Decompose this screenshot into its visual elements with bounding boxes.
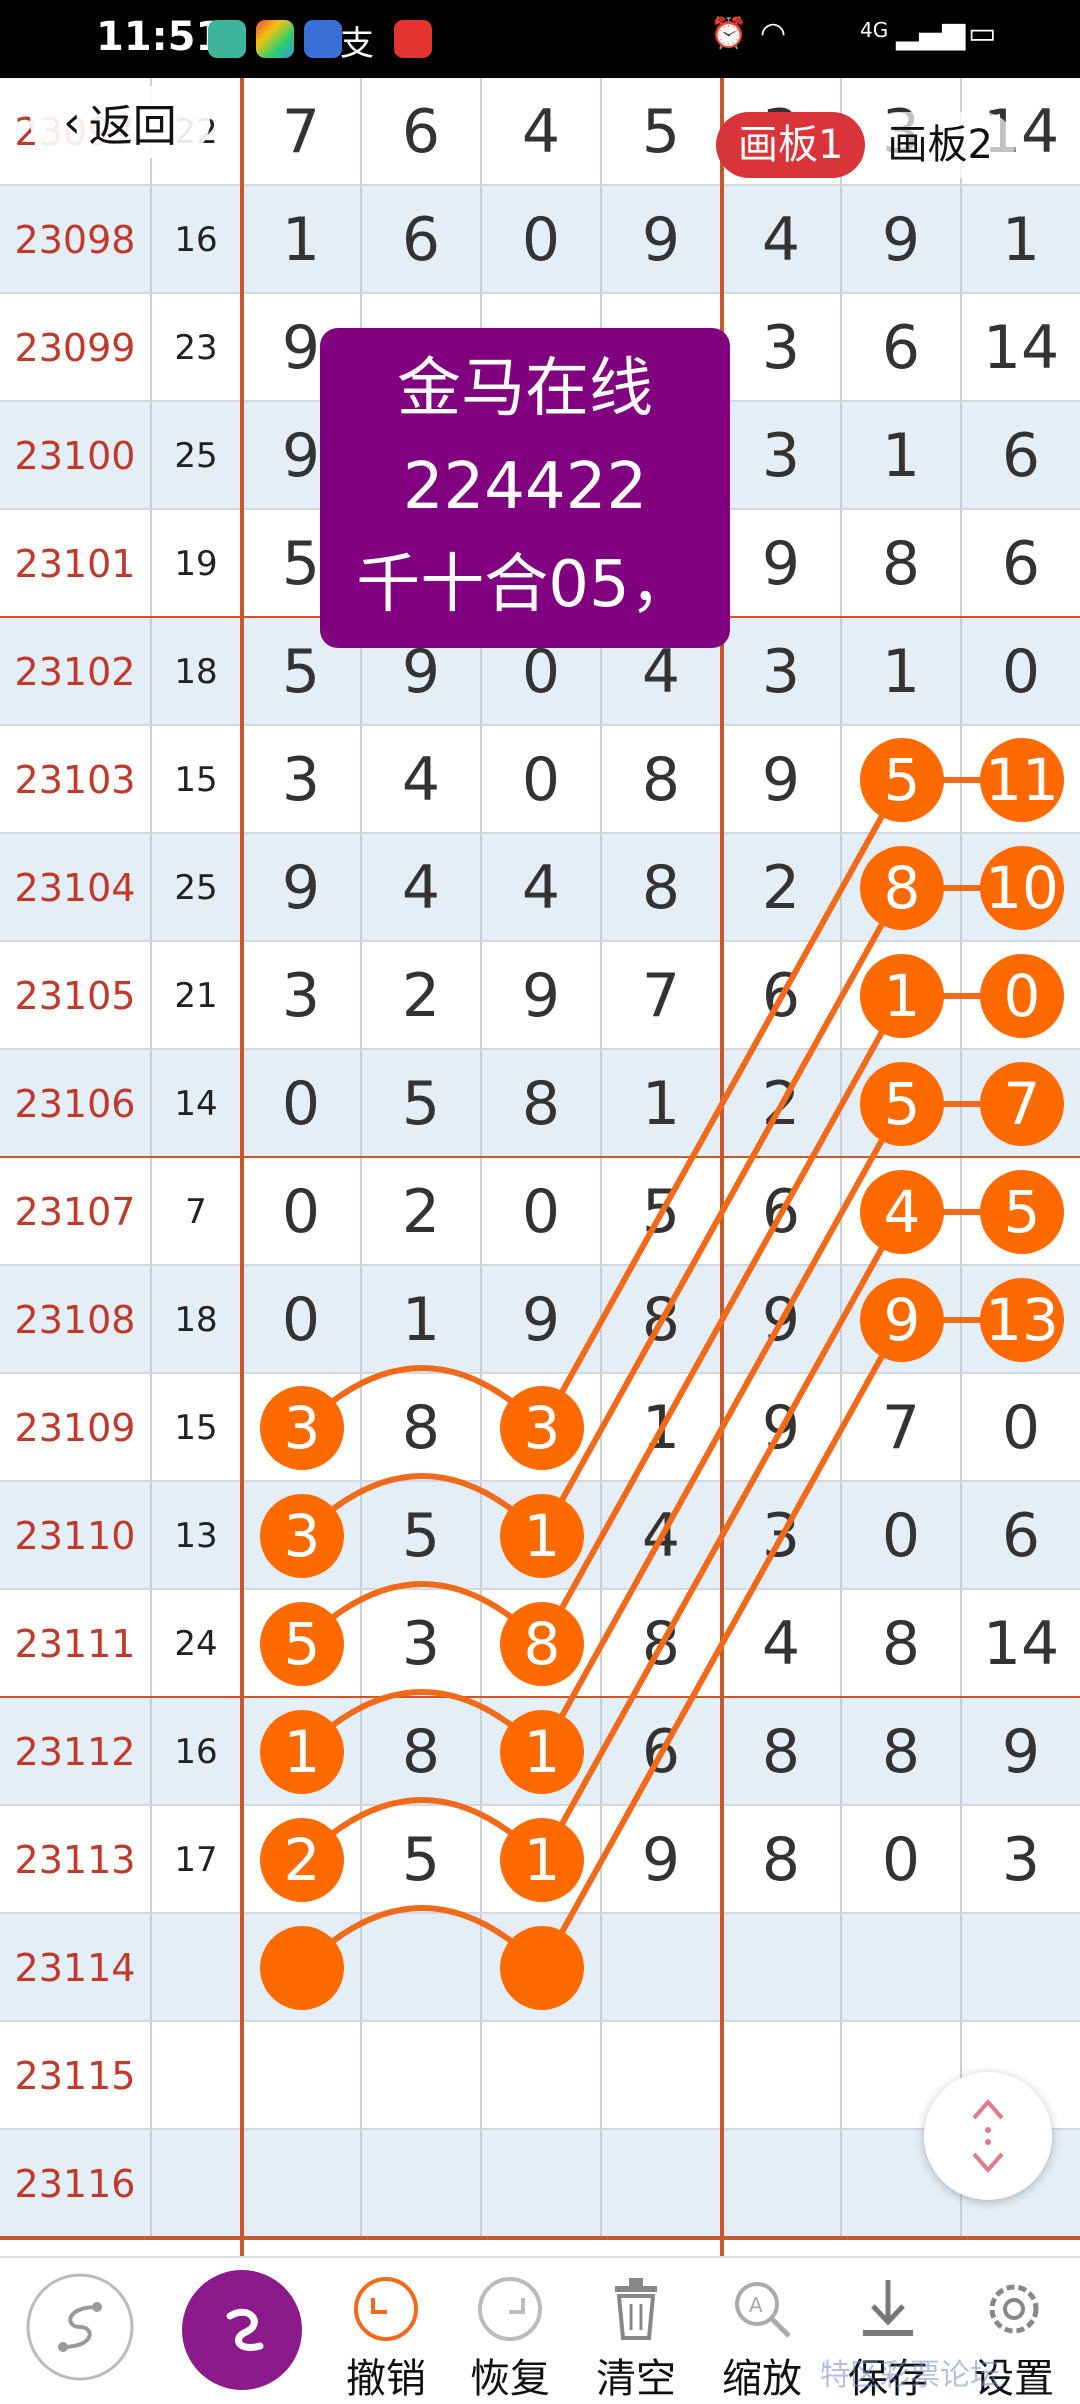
tab-board-2[interactable]: 画板2	[865, 112, 1015, 178]
gear-icon	[989, 2284, 1039, 2334]
zoom-label: 缩放	[722, 2356, 802, 2402]
popup-line-1: 金马在线	[397, 352, 653, 426]
undo-label: 撤销	[346, 2356, 426, 2402]
highlight-number: 7	[1004, 1070, 1041, 1138]
highlight-number: 8	[524, 1610, 561, 1678]
highlight-number: 11	[985, 746, 1059, 814]
clear-button[interactable]: 清空	[574, 2258, 698, 2402]
scroll-toggle-button[interactable]	[924, 2072, 1052, 2200]
highlight-number: 1	[524, 1718, 561, 1786]
highlight-number: 0	[1004, 962, 1041, 1030]
highlight-number: 3	[284, 1502, 321, 1570]
highlight-number: 10	[985, 854, 1059, 922]
board-tabs: 画板1 画板2	[716, 112, 1015, 178]
diagonal-link	[539, 886, 905, 1538]
diagonal-link	[539, 1210, 905, 1862]
up-down-arrows-icon	[972, 2098, 1004, 2174]
highlight-circle	[260, 1926, 344, 2010]
highlight-circle	[500, 1926, 584, 2010]
highlight-number: 9	[884, 1286, 921, 1354]
redo-button[interactable]: 恢复	[448, 2258, 572, 2402]
download-icon	[863, 2280, 913, 2336]
highlight-number: 5	[884, 1070, 921, 1138]
chevron-left-icon: ‹	[63, 96, 81, 148]
watermark-text: 特区彩票论坛	[820, 2358, 1000, 2393]
redo-icon	[478, 2277, 542, 2341]
undo-icon	[354, 2277, 418, 2341]
diagonal-link	[539, 1102, 905, 1754]
back-label: 返回	[88, 101, 177, 152]
diagonal-link	[539, 778, 905, 1430]
highlight-number: 2	[284, 1826, 321, 1894]
undo-button[interactable]: 撤销	[324, 2258, 448, 2402]
back-button[interactable]: ‹ 返回	[30, 86, 210, 158]
highlight-number: 4	[884, 1178, 921, 1246]
highlight-number: 13	[985, 1286, 1059, 1354]
highlight-number: 8	[884, 854, 921, 922]
popup-line-3: 千十合05，	[356, 548, 694, 622]
diagonal-link	[539, 994, 905, 1646]
draw-mode-icon	[182, 2270, 302, 2390]
zoom-button[interactable]: A 缩放	[700, 2258, 824, 2402]
highlight-number: 1	[884, 962, 921, 1030]
draw-mode-button[interactable]	[180, 2258, 304, 2402]
popup-line-2: 224422	[402, 450, 648, 524]
highlight-number: 1	[284, 1718, 321, 1786]
pen-tool-button[interactable]	[18, 2258, 142, 2402]
zoom-icon: A	[735, 2282, 791, 2338]
pen-curve-icon	[26, 2273, 134, 2381]
redo-label: 恢复	[470, 2356, 550, 2402]
highlight-number: 3	[524, 1394, 561, 1462]
info-popup: 金马在线 224422 千十合05，	[320, 328, 730, 648]
highlight-number: 1	[524, 1826, 561, 1894]
highlight-number: 1	[524, 1502, 561, 1570]
diagonal-link	[539, 1318, 905, 1970]
clear-label: 清空	[596, 2356, 676, 2402]
highlight-number: 5	[284, 1610, 321, 1678]
tab-board-1[interactable]: 画板1	[716, 112, 866, 178]
svg-text:A: A	[749, 2293, 763, 2317]
highlight-number: 5	[1004, 1178, 1041, 1246]
trash-icon	[615, 2278, 657, 2340]
highlight-number: 5	[884, 746, 921, 814]
highlight-number: 3	[284, 1394, 321, 1462]
